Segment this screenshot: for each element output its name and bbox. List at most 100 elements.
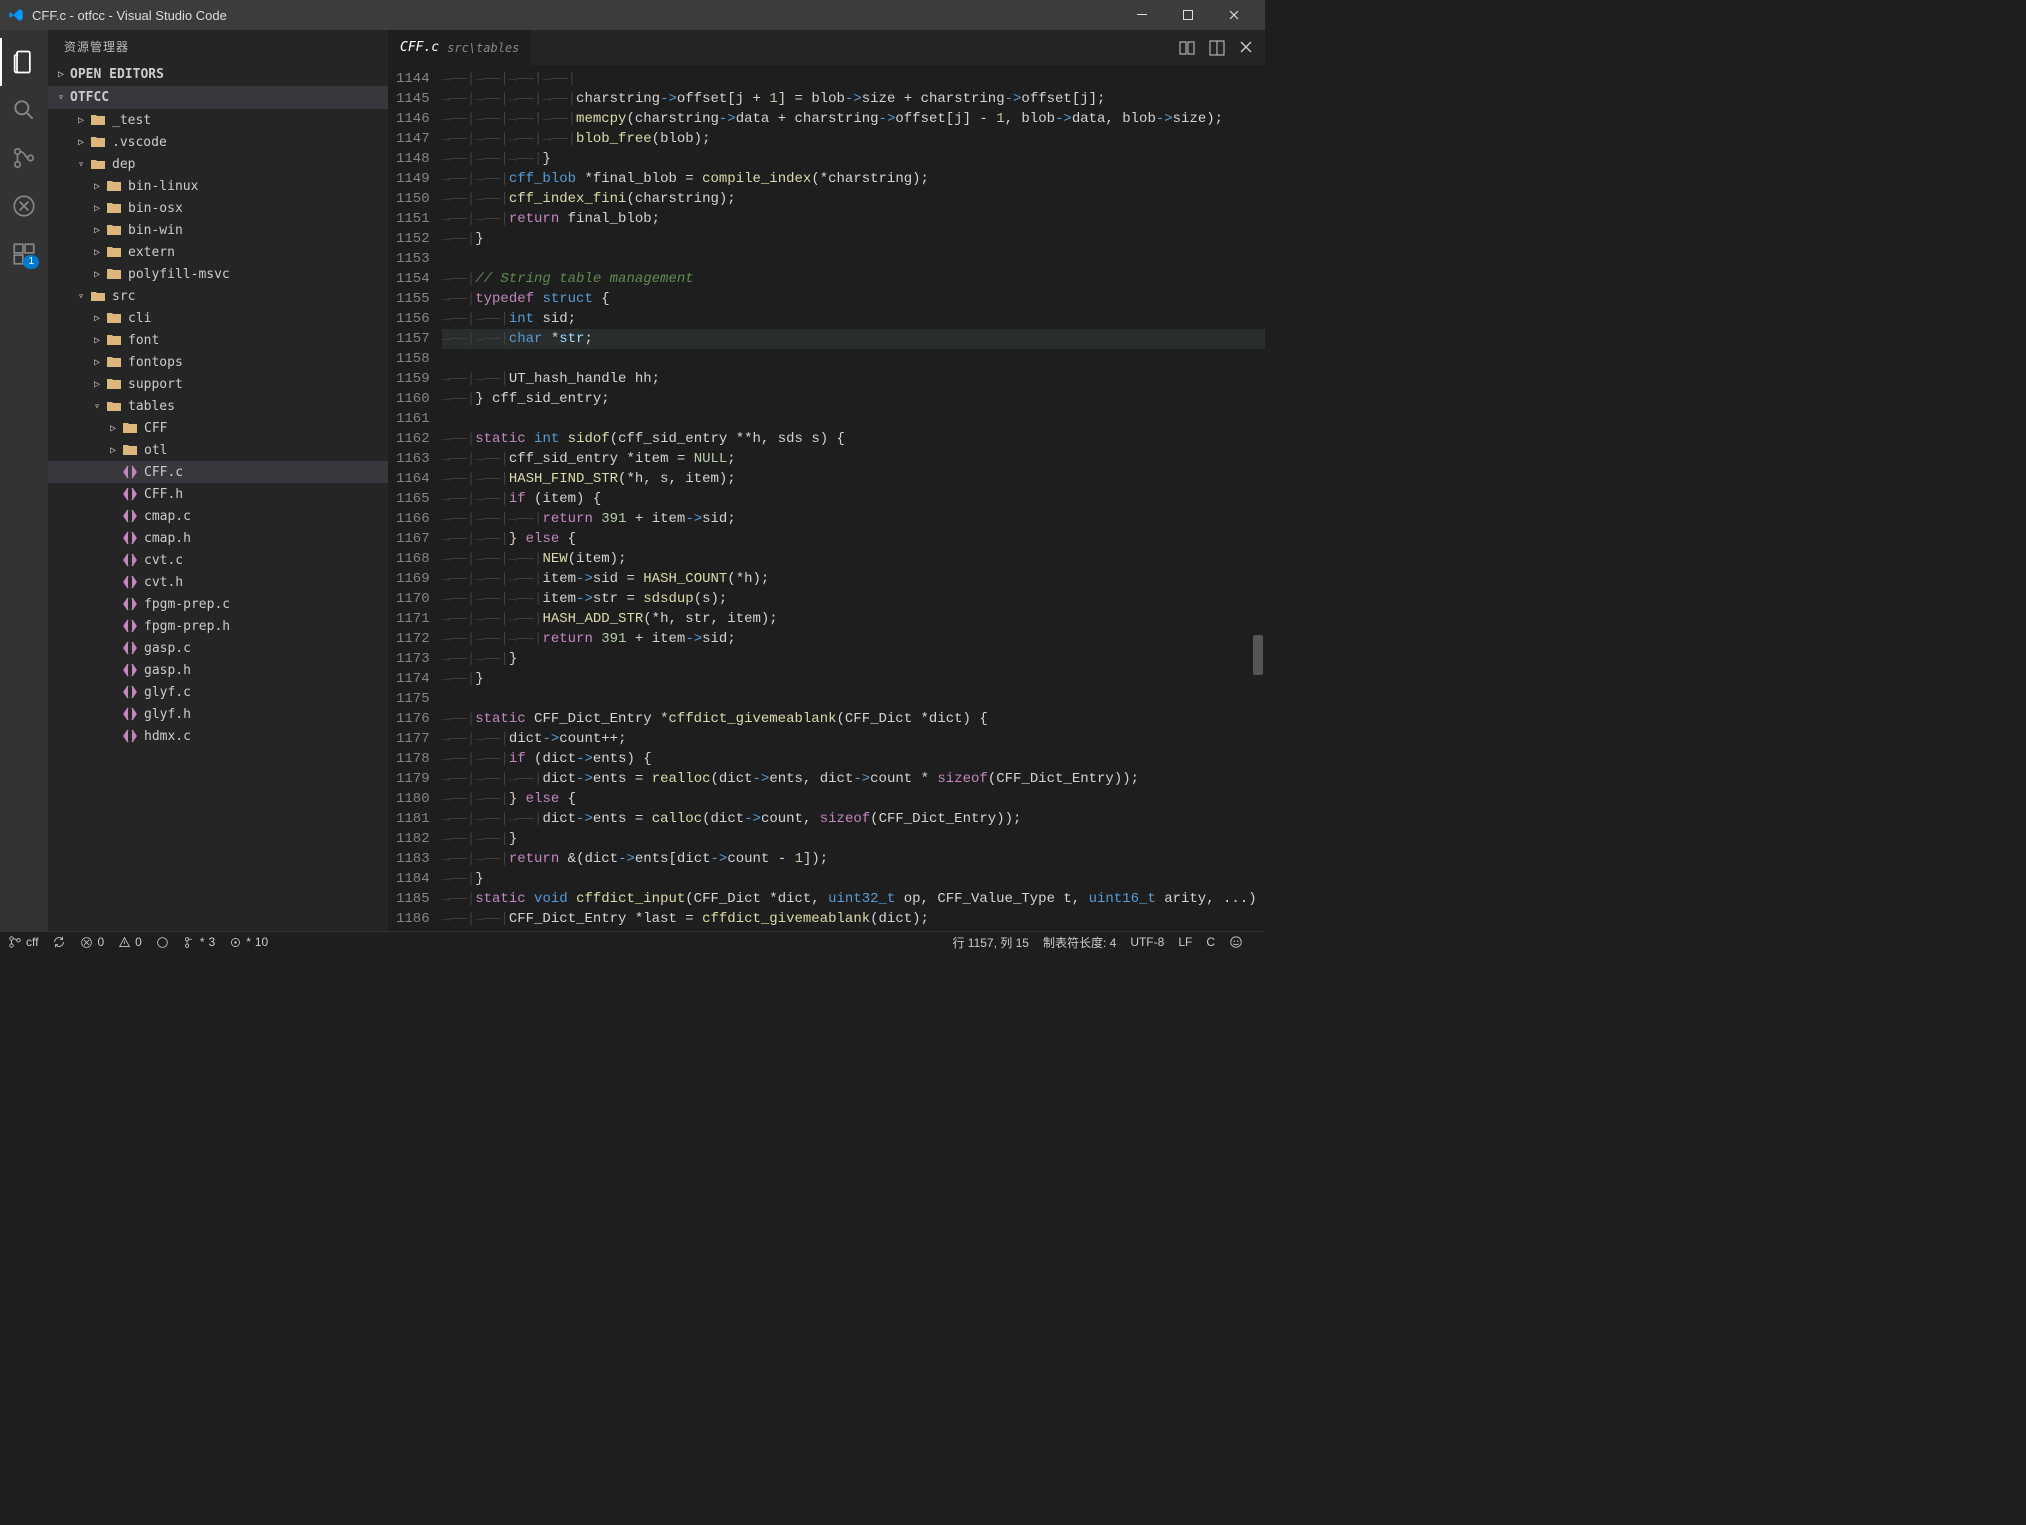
- folder-fontops[interactable]: ▷ fontops: [48, 351, 388, 373]
- status-git-stat1[interactable]: * 3: [183, 935, 215, 949]
- source-control-icon[interactable]: [0, 134, 48, 182]
- file-cmap.c[interactable]: cmap.c: [48, 505, 388, 527]
- folder-support[interactable]: ▷ support: [48, 373, 388, 395]
- tree-label: bin-linux: [128, 179, 198, 194]
- tree-label: .vscode: [112, 135, 167, 150]
- status-encoding[interactable]: UTF-8: [1130, 935, 1164, 949]
- folder-_test[interactable]: ▷_test: [48, 109, 388, 131]
- folder-bin-linux[interactable]: ▷ bin-linux: [48, 175, 388, 197]
- caret-icon: ▷: [92, 357, 102, 368]
- folder-extern[interactable]: ▷extern: [48, 241, 388, 263]
- tree-label: font: [128, 333, 159, 348]
- folder-bin-win[interactable]: ▷bin-win: [48, 219, 388, 241]
- vscode-icon: [8, 7, 24, 23]
- caret-icon: ▷: [92, 203, 102, 214]
- folder-dep[interactable]: ▿dep: [48, 153, 388, 175]
- file-CFF.c[interactable]: CFF.c: [48, 461, 388, 483]
- status-sync[interactable]: [52, 935, 66, 949]
- caret-icon: ▷: [108, 445, 118, 456]
- tree-label: CFF.h: [144, 487, 183, 502]
- status-git-circle[interactable]: [156, 936, 169, 949]
- tree-label: dep: [112, 157, 135, 172]
- tree-label: otl: [144, 443, 167, 458]
- status-tabsize[interactable]: 制表符长度: 4: [1043, 934, 1116, 951]
- tree-label: glyf.c: [144, 685, 191, 700]
- caret-icon: ▿: [76, 291, 86, 302]
- tree-label: gasp.h: [144, 663, 191, 678]
- open-editors-section[interactable]: ▷ OPEN EDITORS: [48, 63, 388, 86]
- folder-.vscode[interactable]: ▷.vscode: [48, 131, 388, 153]
- close-tab-icon[interactable]: [1239, 40, 1253, 56]
- tree-label: cvt.h: [144, 575, 183, 590]
- status-eol[interactable]: LF: [1178, 935, 1192, 949]
- caret-icon: ▷: [108, 423, 118, 434]
- tree-label: CFF: [144, 421, 167, 436]
- tree-label: fpgm-prep.h: [144, 619, 230, 634]
- status-git-stat2[interactable]: * 10: [229, 935, 268, 949]
- caret-icon: ▿: [92, 401, 102, 412]
- tree-label: cmap.c: [144, 509, 191, 524]
- tab-cff-c[interactable]: CFF.c src\tables: [388, 30, 531, 65]
- tree-label: src: [112, 289, 135, 304]
- caret-icon: ▷: [92, 225, 102, 236]
- file-fpgm-prep.h[interactable]: fpgm-prep.h: [48, 615, 388, 637]
- file-fpgm-prep.c[interactable]: fpgm-prep.c: [48, 593, 388, 615]
- file-cvt.h[interactable]: cvt.h: [48, 571, 388, 593]
- window-title: CFF.c - otfcc - Visual Studio Code: [32, 8, 227, 23]
- file-CFF.h[interactable]: CFF.h: [48, 483, 388, 505]
- branch-label: cff: [26, 935, 38, 949]
- close-button[interactable]: [1211, 0, 1257, 30]
- caret-icon: ▷: [92, 181, 102, 192]
- tree-label: cli: [128, 311, 151, 326]
- caret-icon: ▷: [92, 313, 102, 324]
- caret-icon: ▷: [92, 379, 102, 390]
- line-numbers: 1144114511461147114811491150115111521153…: [388, 65, 442, 931]
- minimize-button[interactable]: [1119, 0, 1165, 30]
- tree-label: support: [128, 377, 183, 392]
- extensions-icon[interactable]: 1: [0, 230, 48, 278]
- file-glyf.h[interactable]: glyf.h: [48, 703, 388, 725]
- maximize-button[interactable]: [1165, 0, 1211, 30]
- split-editor-icon[interactable]: [1209, 40, 1225, 56]
- file-glyf.c[interactable]: glyf.c: [48, 681, 388, 703]
- tree-label: hdmx.c: [144, 729, 191, 744]
- explorer-icon[interactable]: [0, 38, 48, 86]
- status-lang[interactable]: C: [1206, 935, 1215, 949]
- folder-src[interactable]: ▿ src: [48, 285, 388, 307]
- folder-polyfill-msvc[interactable]: ▷polyfill-msvc: [48, 263, 388, 285]
- project-section[interactable]: ▿ OTFCC: [48, 86, 388, 109]
- folder-bin-osx[interactable]: ▷ bin-osx: [48, 197, 388, 219]
- folder-cli[interactable]: ▷ cli: [48, 307, 388, 329]
- minimap-thumb[interactable]: [1253, 635, 1263, 675]
- tree-label: glyf.h: [144, 707, 191, 722]
- tree-label: fontops: [128, 355, 183, 370]
- tree-label: _test: [112, 113, 151, 128]
- tree-label: bin-osx: [128, 201, 183, 216]
- chevron-down-icon: ▿: [56, 92, 66, 103]
- status-errors[interactable]: 0: [80, 935, 104, 949]
- titlebar: CFF.c - otfcc - Visual Studio Code: [0, 0, 1265, 30]
- file-cmap.h[interactable]: cmap.h: [48, 527, 388, 549]
- diff-icon[interactable]: [1179, 40, 1195, 56]
- status-branch[interactable]: cff: [8, 935, 38, 949]
- file-cvt.c[interactable]: cvt.c: [48, 549, 388, 571]
- search-icon[interactable]: [0, 86, 48, 134]
- code-editor[interactable]: 1144114511461147114811491150115111521153…: [388, 65, 1265, 931]
- folder-font[interactable]: ▷font: [48, 329, 388, 351]
- file-gasp.h[interactable]: gasp.h: [48, 659, 388, 681]
- status-linecol[interactable]: 行 1157, 列 15: [952, 934, 1029, 951]
- tree-label: cvt.c: [144, 553, 183, 568]
- file-gasp.c[interactable]: gasp.c: [48, 637, 388, 659]
- file-hdmx.c[interactable]: hdmx.c: [48, 725, 388, 747]
- folder-otl[interactable]: ▷ otl: [48, 439, 388, 461]
- folder-CFF[interactable]: ▷ CFF: [48, 417, 388, 439]
- code-content[interactable]: →——|→——|→——|→——| →——|→——|→——|→——|charstr…: [442, 65, 1265, 931]
- activity-bar: 1: [0, 30, 48, 931]
- extensions-badge: 1: [23, 255, 39, 269]
- debug-icon[interactable]: [0, 182, 48, 230]
- status-feedback[interactable]: [1229, 935, 1243, 949]
- folder-tables[interactable]: ▿tables: [48, 395, 388, 417]
- tree-label: fpgm-prep.c: [144, 597, 230, 612]
- status-warnings[interactable]: 0: [118, 935, 142, 949]
- sidebar: 资源管理器 ▷ OPEN EDITORS ▿ OTFCC ▷_test▷.vsc…: [48, 30, 388, 931]
